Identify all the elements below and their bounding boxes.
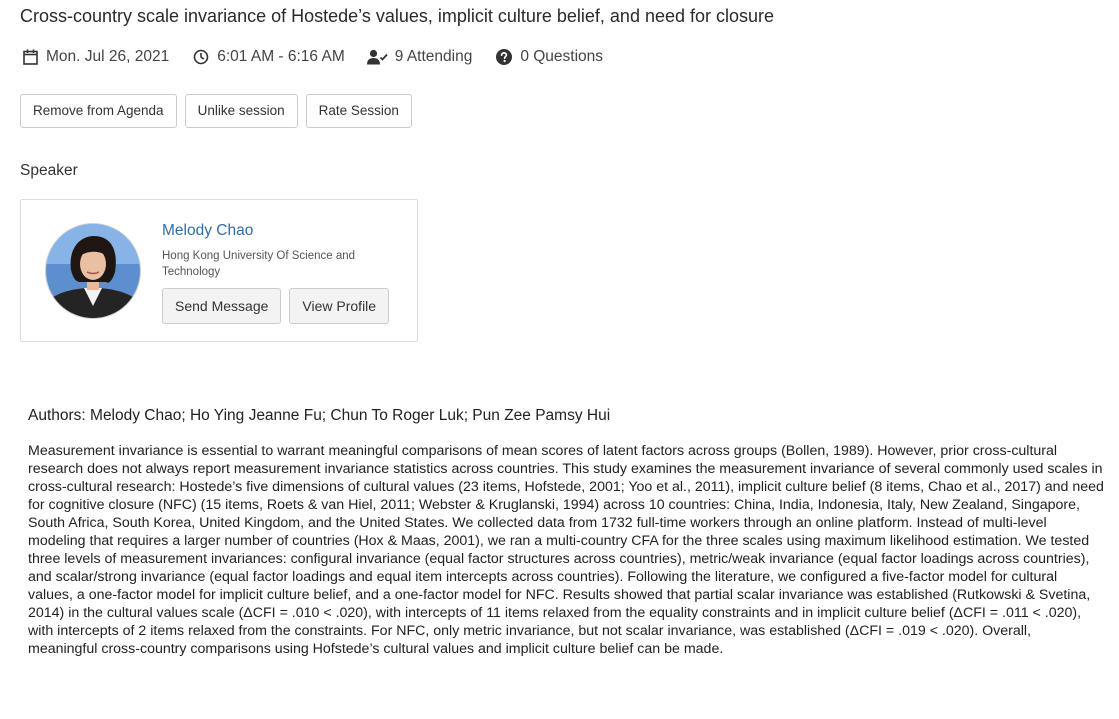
- avatar: [45, 223, 141, 319]
- session-time: 6:01 AM - 6:16 AM: [191, 47, 345, 67]
- session-date-text: Mon. Jul 26, 2021: [46, 48, 170, 65]
- speaker-card-actions: Send Message View Profile: [162, 288, 397, 324]
- session-attending: 9 Attending: [367, 47, 473, 67]
- unlike-session-button[interactable]: Unlike session: [184, 94, 298, 128]
- view-profile-button[interactable]: View Profile: [289, 288, 390, 324]
- speaker-name-link[interactable]: Melody Chao: [162, 222, 253, 240]
- remove-from-agenda-button[interactable]: Remove from Agenda: [20, 94, 177, 128]
- send-message-button[interactable]: Send Message: [162, 288, 282, 324]
- question-circle-icon: [494, 47, 514, 67]
- session-meta: Mon. Jul 26, 2021 6:01 AM - 6:16 AM 9 At…: [20, 47, 625, 67]
- session-abstract: Measurement invariance is essential to w…: [28, 443, 1104, 657]
- user-check-icon: [367, 47, 389, 67]
- session-time-text: 6:01 AM - 6:16 AM: [217, 48, 345, 65]
- speaker-organization: Hong Kong University Of Science and Tech…: [162, 250, 356, 278]
- rate-session-button[interactable]: Rate Session: [305, 94, 412, 128]
- speaker-heading: Speaker: [20, 162, 78, 179]
- session-questions: 0 Questions: [494, 47, 603, 67]
- session-questions-text: 0 Questions: [520, 48, 604, 65]
- session-date: Mon. Jul 26, 2021: [20, 47, 169, 67]
- speaker-card: Melody Chao Hong Kong University Of Scie…: [20, 199, 418, 342]
- clock-icon: [191, 47, 211, 67]
- session-authors: Authors: Melody Chao; Ho Ying Jeanne Fu;…: [28, 407, 611, 424]
- session-actions: Remove from Agenda Unlike session Rate S…: [20, 94, 420, 128]
- calendar-icon: [20, 47, 40, 67]
- session-title: Cross-country scale invariance of Hosted…: [20, 6, 775, 26]
- session-attending-text: 9 Attending: [394, 48, 473, 65]
